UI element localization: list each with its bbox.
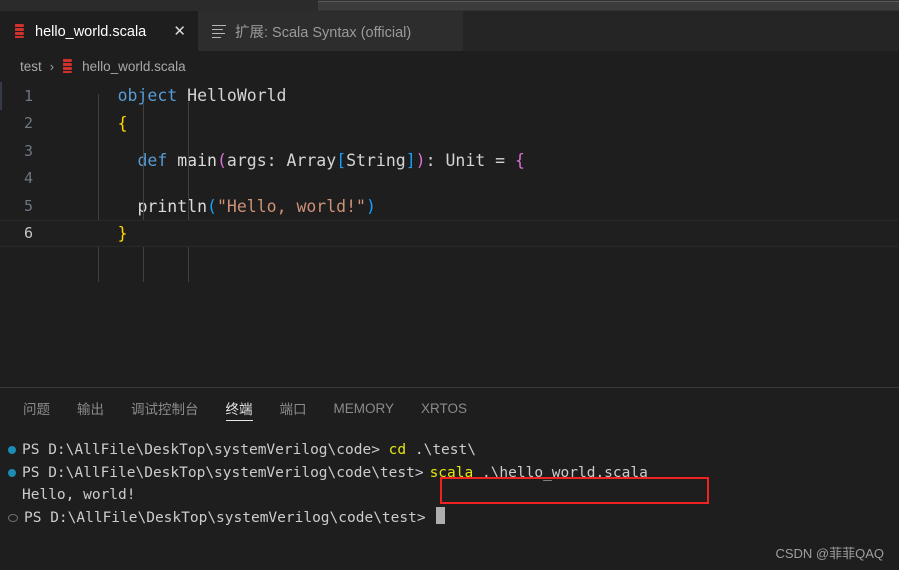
tab-scala-syntax-extension[interactable]: 扩展: Scala Syntax (official) (198, 11, 463, 51)
line-number: 6 (23, 224, 33, 243)
panel-tab-terminal[interactable]: 终端 (225, 388, 253, 428)
line-number: 2 (23, 114, 33, 133)
terminal-prompt: PS D:\AllFile\DeskTop\systemVerilog\code… (24, 509, 435, 526)
tab-label: 扩展: Scala Syntax (official) (235, 24, 412, 41)
terminal-output[interactable]: PS D:\AllFile\DeskTop\systemVerilog\code… (0, 428, 899, 529)
terminal-output-text: Hello, world! (22, 487, 136, 503)
line-number: 3 (23, 141, 33, 160)
watermark: CSDN @菲菲QAQ (775, 546, 884, 561)
terminal-argument: .\test\ (406, 442, 476, 458)
editor-left-edge-marker (0, 82, 2, 110)
code-line-6: 6 } (0, 219, 899, 247)
panel-tab-debug-console[interactable]: 调试控制台 (131, 388, 199, 428)
terminal-line: PS D:\AllFile\DeskTop\systemVerilog\code… (0, 439, 899, 462)
terminal-line: Hello, world! (0, 484, 899, 507)
close-icon[interactable]: ✕ (159, 24, 186, 39)
panel-tab-output[interactable]: 输出 (77, 388, 104, 428)
terminal-cursor (436, 506, 446, 524)
panel-tab-problems[interactable]: 问题 (23, 388, 50, 428)
panel-tab-ports[interactable]: 端口 (280, 388, 307, 428)
line-number: 4 (23, 169, 33, 188)
tab-label: hello_world.scala (35, 23, 147, 40)
extension-list-icon (212, 24, 226, 39)
command-status-success-icon (8, 468, 16, 477)
tab-hello-world-scala[interactable]: hello_world.scala ✕ (0, 11, 198, 51)
terminal-line-active[interactable]: PS D:\AllFile\DeskTop\systemVerilog\code… (0, 506, 899, 530)
terminal-command: cd (388, 442, 407, 458)
terminal-prompt: PS D:\AllFile\DeskTop\systemVerilog\code… (22, 442, 389, 458)
breadcrumb-item-folder[interactable]: test (20, 59, 42, 74)
breadcrumb-item-file[interactable]: hello_world.scala (82, 59, 186, 74)
panel-tab-label: 终端 (225, 402, 253, 417)
editor-tab-bar: hello_world.scala ✕ 扩展: Scala Syntax (of… (0, 11, 899, 51)
terminal-argument: .\hello_world.scala (473, 464, 648, 481)
chevron-right-icon: › (49, 59, 55, 74)
panel-tab-bar: 问题 输出 调试控制台 终端 端口 MEMORY XRTOS (0, 388, 899, 428)
title-bar-center-segment (318, 1, 899, 10)
panel-tab-label: MEMORY (333, 400, 395, 416)
code-content: } (58, 205, 899, 262)
panel-tab-label: 输出 (77, 402, 104, 417)
panel-tab-label: 调试控制台 (131, 402, 199, 417)
panel-tab-label: XRTOS (421, 400, 468, 416)
line-number: 5 (23, 196, 33, 215)
panel-tab-xrtos[interactable]: XRTOS (421, 388, 467, 428)
line-number: 1 (23, 86, 33, 105)
terminal-line: PS D:\AllFile\DeskTop\systemVerilog\code… (0, 462, 899, 485)
scala-file-icon (14, 24, 26, 39)
terminal-prompt: PS D:\AllFile\DeskTop\systemVerilog\code… (22, 464, 424, 481)
panel-tab-label: 端口 (279, 402, 307, 417)
title-bar-strip (0, 0, 899, 11)
breadcrumb: test › hello_world.scala (0, 51, 899, 82)
command-status-pending-icon (8, 513, 18, 522)
command-status-success-icon (8, 446, 16, 454)
terminal-command: scala (429, 464, 474, 481)
scala-file-icon (62, 59, 74, 74)
bottom-panel: 问题 输出 调试控制台 终端 端口 MEMORY XRTOS PS D:\All… (0, 387, 899, 570)
code-editor[interactable]: 1 object HelloWorld 2 { 3 def main(args:… (0, 82, 899, 387)
token-brace-close: } (117, 223, 128, 243)
panel-tab-memory[interactable]: MEMORY (334, 388, 395, 428)
no-status-icon (8, 491, 16, 499)
title-bar-left-segment (0, 0, 318, 11)
panel-tab-label: 问题 (23, 402, 50, 417)
